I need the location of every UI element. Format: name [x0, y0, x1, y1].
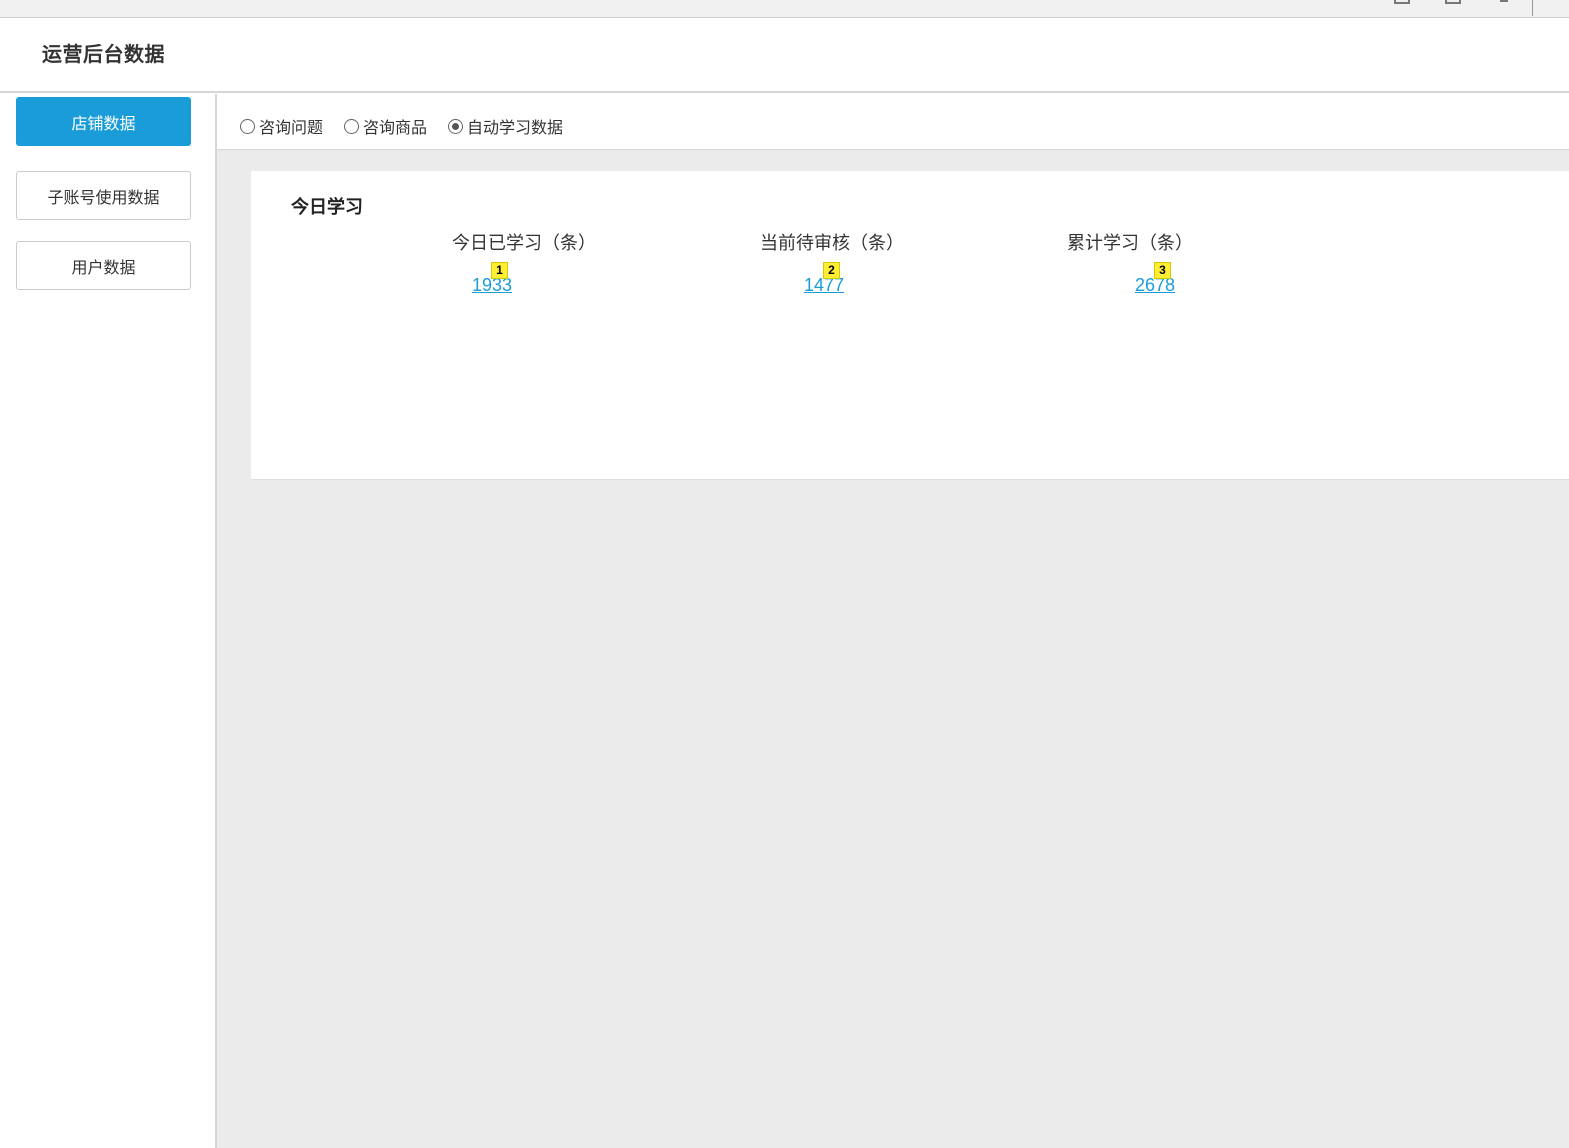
radio-label: 咨询问题 [259, 118, 324, 137]
radio-button[interactable] [240, 118, 255, 134]
radio-button-checked[interactable] [448, 118, 463, 134]
stat-pending-review: 当前待审核（条） 1477 2 [760, 229, 1020, 296]
page-title: 运营后台数据 [42, 42, 165, 66]
stat-value-link[interactable]: 1477 2 [804, 262, 844, 296]
window-top-strip [0, 0, 1569, 18]
copy-icon[interactable] [1445, 0, 1461, 4]
sidebar-item-store-data[interactable]: 店铺数据 [16, 97, 191, 146]
radio-group: 咨询问题 咨询商品 自动学习数据 [217, 94, 1569, 150]
radio-label: 自动学习数据 [467, 118, 564, 137]
sidebar-item-subaccount-data[interactable]: 子账号使用数据 [16, 171, 191, 220]
number-badge: 1 [491, 262, 508, 279]
radio-consult-products[interactable]: 咨询商品 [344, 114, 427, 138]
minimize-icon[interactable] [1500, 0, 1508, 2]
stat-label: 累计学习（条） [1067, 233, 1193, 254]
toolbar-divider [1532, 0, 1533, 16]
card-title: 今日学习 [291, 197, 363, 218]
radio-auto-learning[interactable]: 自动学习数据 [448, 114, 563, 138]
sidebar-item-user-data[interactable]: 用户数据 [16, 241, 191, 290]
learning-card: 今日学习 今日已学习（条） 1933 1 当前待审核（条） 1477 2 累计学… [251, 171, 1569, 480]
app-header: 运营后台数据 [0, 18, 1569, 93]
stat-total-learned: 累计学习（条） 2678 3 [1067, 229, 1327, 296]
sidebar: 店铺数据 子账号使用数据 用户数据 [0, 94, 217, 1148]
radio-button[interactable] [344, 118, 359, 134]
stat-label: 今日已学习（条） [452, 233, 596, 254]
stat-learned-today: 今日已学习（条） 1933 1 [452, 229, 712, 296]
number-badge: 2 [823, 262, 840, 279]
radio-consult-questions[interactable]: 咨询问题 [240, 114, 323, 138]
radio-label: 咨询商品 [363, 118, 428, 137]
stat-value-link[interactable]: 1933 1 [472, 262, 512, 296]
window-icon[interactable] [1394, 0, 1410, 4]
stat-value-link[interactable]: 2678 3 [1135, 262, 1175, 296]
main-content: 咨询问题 咨询商品 自动学习数据 今日学习 今日已学习（条） 1933 1 当前… [217, 94, 1569, 1148]
stat-label: 当前待审核（条） [760, 233, 904, 254]
number-badge: 3 [1154, 262, 1171, 279]
